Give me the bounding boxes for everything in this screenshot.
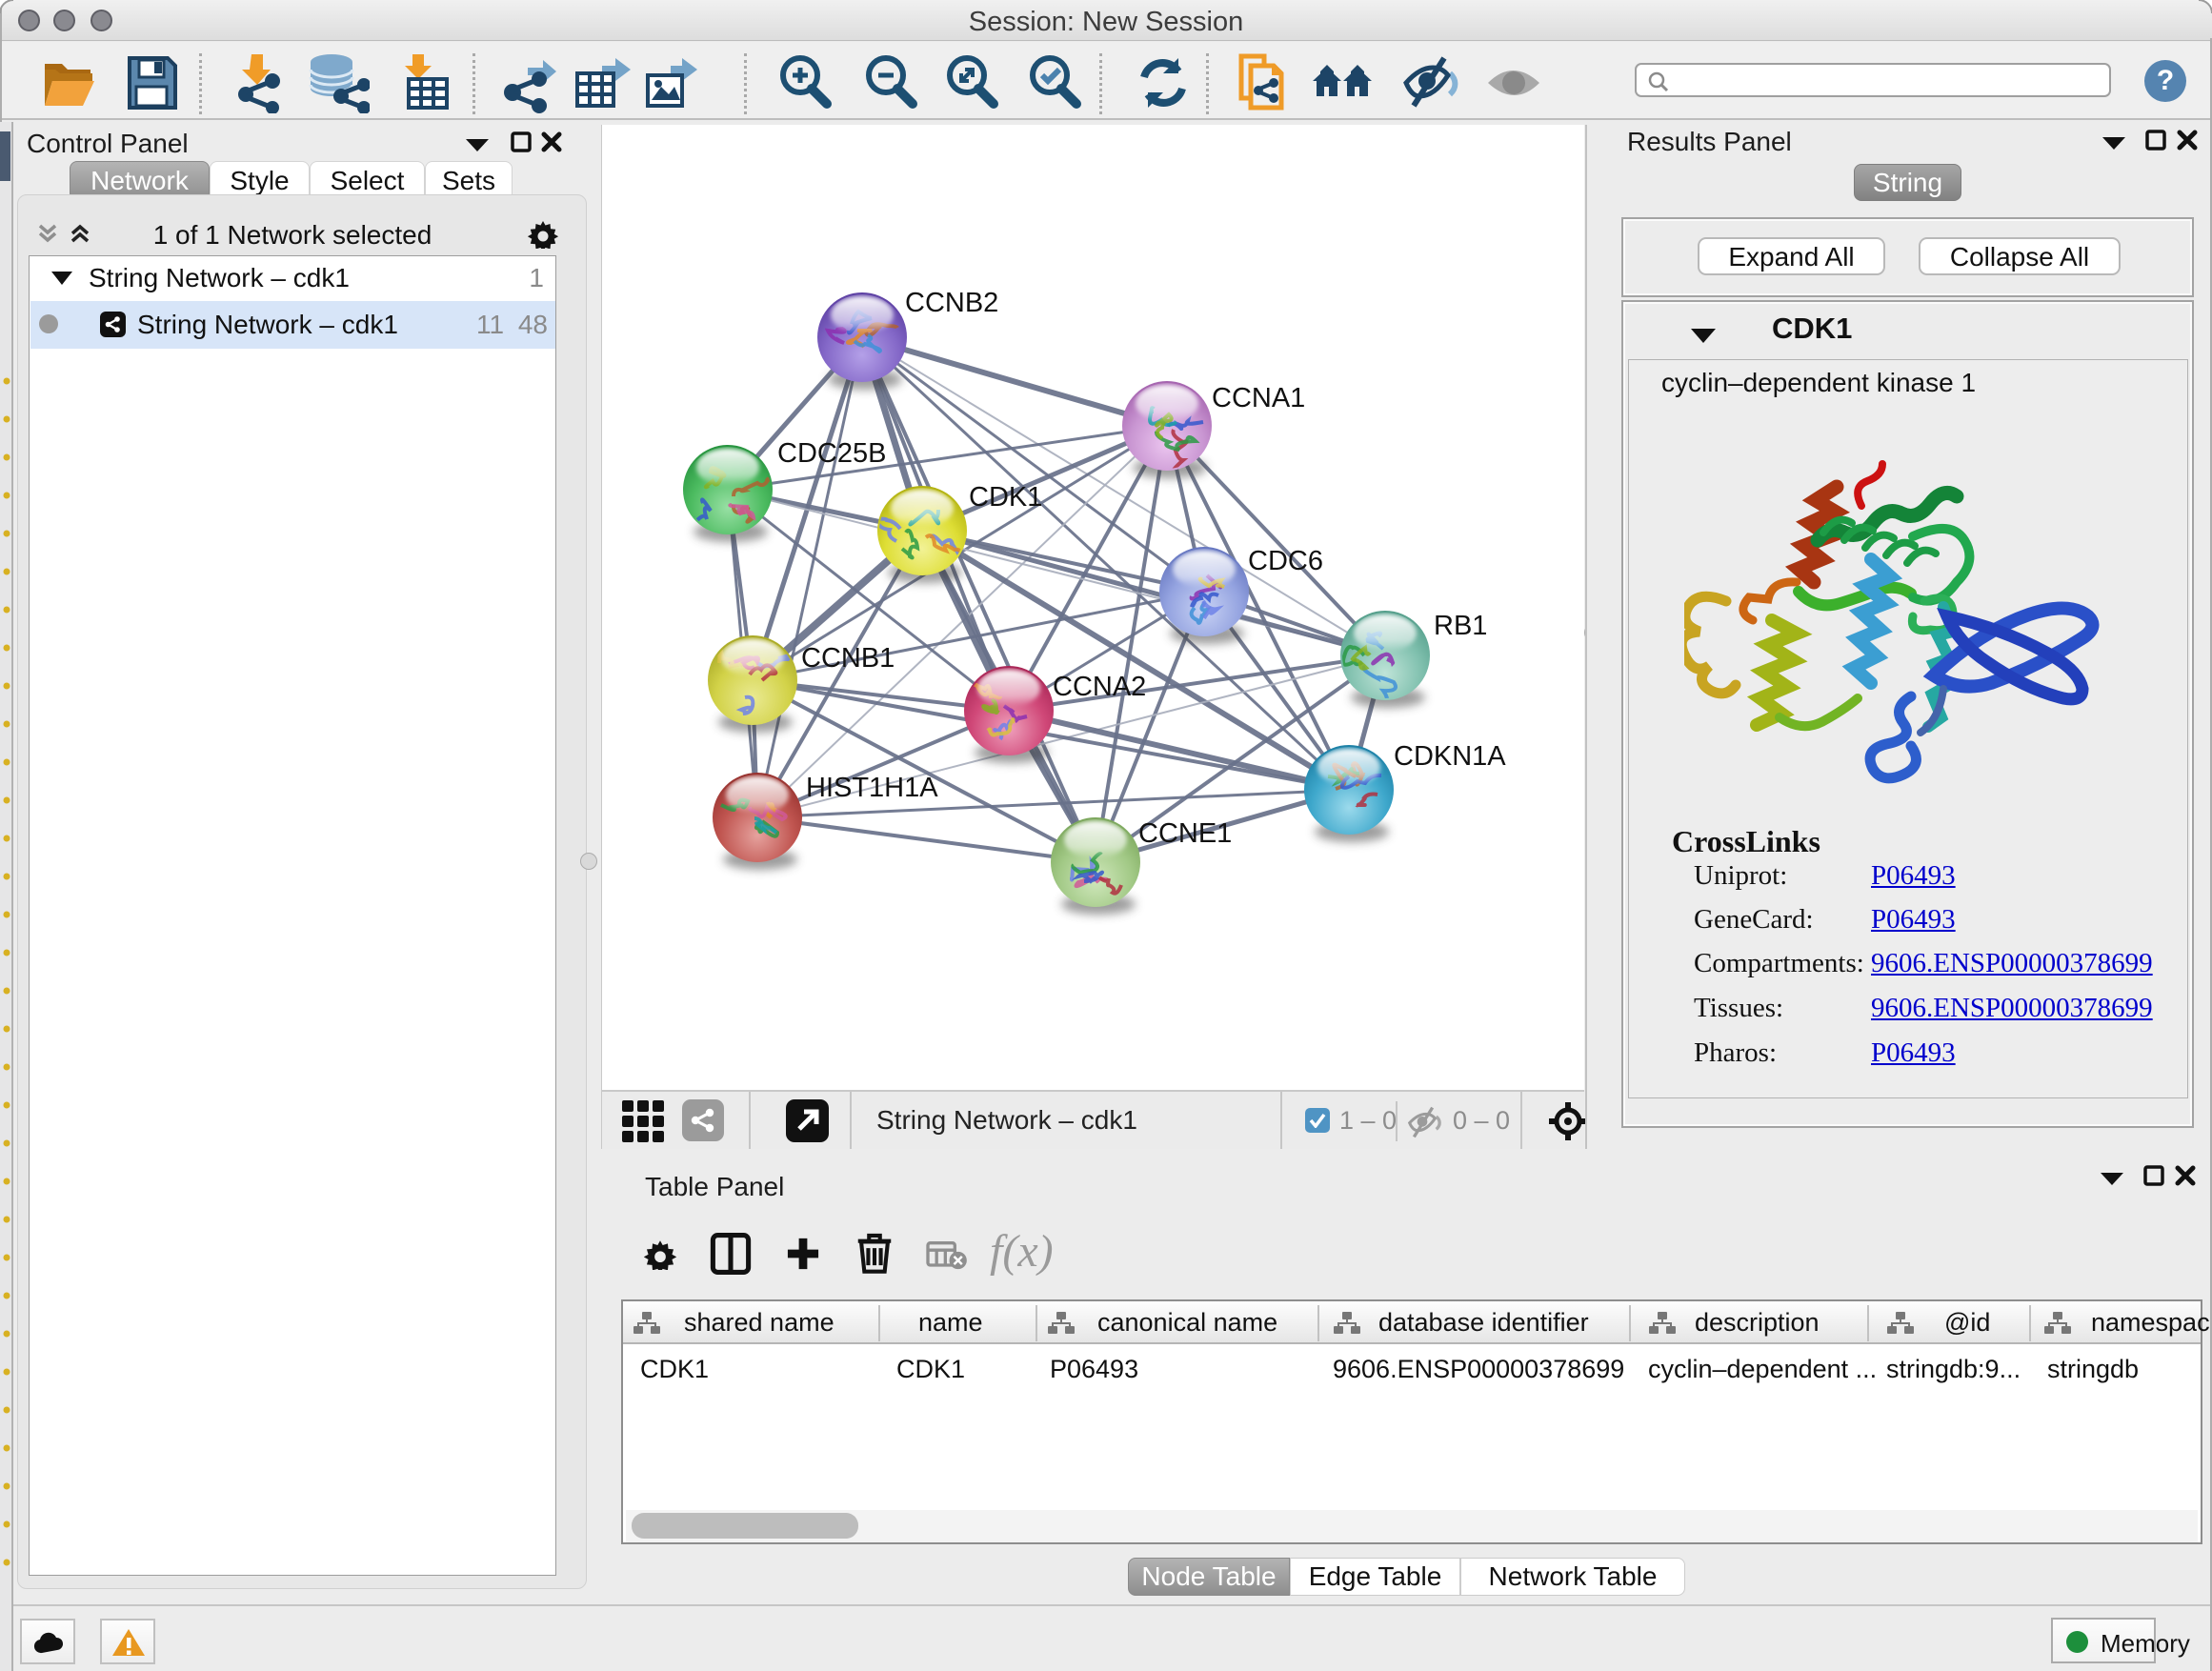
svg-text:HIST1H1A: HIST1H1A — [806, 773, 938, 803]
svg-text:CCNA1: CCNA1 — [1212, 383, 1305, 413]
svg-text:CDK1: CDK1 — [969, 482, 1042, 513]
svg-text:CCNB1: CCNB1 — [801, 643, 895, 674]
svg-text:CCNB2: CCNB2 — [905, 288, 998, 318]
svg-text:RB1: RB1 — [1434, 611, 1487, 641]
svg-text:CCNA2: CCNA2 — [1053, 672, 1146, 702]
svg-text:CCNE1: CCNE1 — [1138, 818, 1232, 849]
svg-text:CDC6: CDC6 — [1248, 546, 1323, 576]
svg-text:CDKN1A: CDKN1A — [1394, 741, 1506, 772]
svg-text:CDC25B: CDC25B — [777, 438, 886, 469]
